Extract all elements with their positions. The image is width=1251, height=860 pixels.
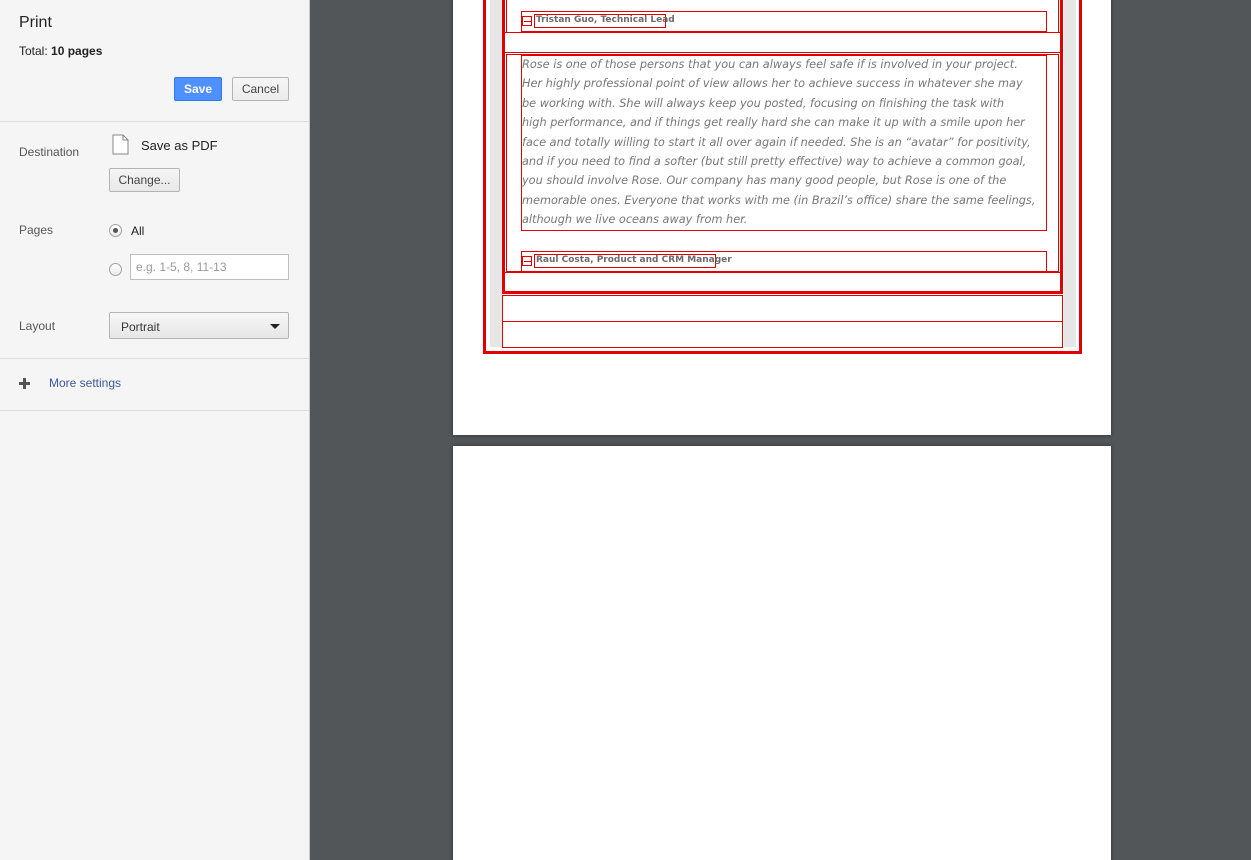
total-value: 10 pages [51,44,103,58]
destination-name: Save as PDF [141,138,218,153]
print-preview-area[interactable]: Tristan Guo, Technical Lead Rose is one … [311,0,1251,860]
divider [0,410,309,411]
testimonial-author: Tristan Guo, Technical Lead [536,15,675,25]
page-count: Total: 10 pages [19,44,102,58]
layout-select[interactable]: Portrait [109,312,289,339]
quote-line: high performance, and if things get real… [522,116,1025,130]
change-destination-button[interactable]: Change... [109,168,180,192]
layout-select-value: Portrait [121,320,160,334]
quote-line: although we live oceans away from her. [522,213,748,227]
outline-frame [502,321,1063,348]
radio-selected-dot [113,228,118,233]
preview-page: Tristan Guo, Technical Lead Rose is one … [453,0,1111,435]
destination-label: Destination [19,145,80,159]
chevron-down-icon [270,324,280,329]
print-header: Print Total: 10 pages Save Cancel [0,0,309,122]
cancel-button[interactable]: Cancel [232,77,289,101]
quote-line: Rose is one of those persons that you ca… [522,58,1018,71]
pages-range-radio[interactable] [109,263,122,276]
print-settings-sidebar: Print Total: 10 pages Save Cancel Destin… [0,0,310,860]
dialog-title: Print [19,14,52,31]
quote-line: face and totally willing to start it all… [522,135,1031,149]
outline-frame [504,272,1061,293]
quote-line: Her highly professional point of view al… [522,77,1023,91]
quote-line: be working with. She will always keep yo… [522,96,1005,110]
pages-label: Pages [19,223,54,237]
gray-stripe [490,0,502,347]
save-button[interactable]: Save [174,77,222,101]
layout-label: Layout [19,319,56,333]
pages-all-label: All [131,224,145,238]
quote-line: memorable ones. Everyone that works with… [522,193,1036,207]
plus-icon [19,378,30,389]
testimonial-quote: Rose is one of those persons that you ca… [522,55,1047,230]
total-label: Total: [19,44,48,58]
dash-icon [522,256,532,266]
preview-page [453,446,1111,860]
pages-all-radio[interactable] [109,224,122,237]
quote-line: you should involve Rose. Our company has… [522,174,1007,188]
page-range-input[interactable] [130,254,289,280]
quote-line: and if you need to find a softer (but st… [522,155,1027,169]
document-icon [112,134,129,155]
outline-frame [504,32,1061,53]
testimonial-author: Raul Costa, Product and CRM Manager [536,255,732,265]
more-settings-row[interactable]: More settings [0,359,309,410]
outline-frame [502,295,1063,322]
more-settings-link[interactable]: More settings [49,376,121,390]
dash-icon [522,16,532,26]
gray-stripe [1064,0,1076,347]
